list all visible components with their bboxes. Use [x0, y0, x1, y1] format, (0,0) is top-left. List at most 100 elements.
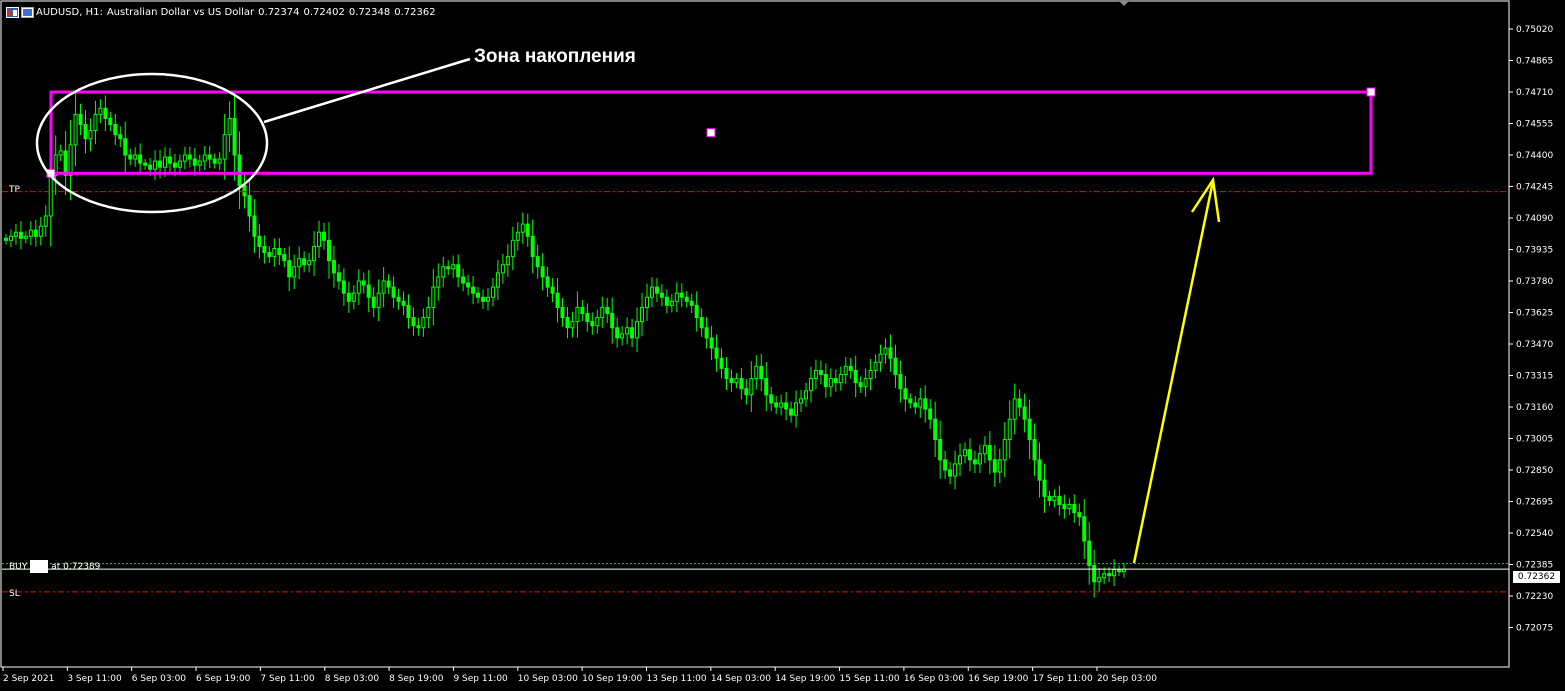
x-tick-label: 7 Sep 11:00 — [260, 674, 315, 684]
candle-body — [550, 286, 555, 294]
candle-body — [898, 373, 903, 390]
candle-body — [292, 266, 297, 278]
levels-layer — [2, 191, 1509, 593]
candle-body — [630, 327, 635, 339]
chart-window-icon-2 — [21, 6, 34, 18]
y-tick-label: 0.73470 — [1516, 340, 1553, 350]
y-tick-label: 0.74710 — [1516, 88, 1553, 98]
candle-body — [1022, 406, 1027, 420]
candle-body — [376, 292, 381, 308]
candle-body — [992, 459, 997, 473]
candle-body — [416, 325, 421, 329]
y-tick-label: 0.73625 — [1516, 309, 1553, 319]
y-tick-label: 0.72075 — [1516, 624, 1553, 634]
y-tick-label: 0.73780 — [1516, 277, 1553, 287]
candle-body — [43, 215, 48, 227]
candle-body — [664, 296, 669, 306]
candle-body — [838, 373, 843, 384]
candle-body — [1082, 516, 1087, 542]
candle-body — [689, 300, 694, 306]
candle-body — [600, 306, 605, 319]
buy-label: BUY — [9, 562, 28, 572]
target-arrow-shaft — [1132, 180, 1215, 564]
candle-body — [799, 398, 804, 404]
y-tick-label: 0.73160 — [1516, 403, 1553, 413]
annotation-shapes — [35, 57, 1221, 564]
candle-body — [530, 235, 535, 258]
y-tick-label: 0.72230 — [1516, 592, 1553, 602]
y-tick-label: 0.73315 — [1516, 372, 1553, 382]
candle-body — [779, 402, 784, 408]
candle-body — [510, 239, 515, 258]
candle-body — [103, 107, 108, 119]
candle-body — [888, 347, 893, 359]
header-close: 0.72362 — [394, 6, 436, 18]
accumulation-zone[interactable] — [46, 87, 1376, 178]
x-tick-label: 16 Sep 03:00 — [904, 674, 964, 684]
candle-body — [694, 304, 699, 319]
candle-body — [729, 378, 734, 384]
x-tick-label: 20 Sep 03:00 — [1097, 674, 1157, 684]
candle-body — [287, 260, 292, 278]
chart-window[interactable]: 0.75020 0.74865 0.74710 0.74555 0.74400 0.742… — [0, 0, 1565, 691]
candle-body — [247, 195, 252, 217]
candle-body — [958, 455, 963, 465]
chart-header: AUDUSD, H1: Australian Dollar vs US Doll… — [6, 4, 440, 20]
candle-body — [197, 160, 202, 166]
candle-body — [326, 239, 331, 262]
candle-body — [336, 272, 341, 282]
candle-body — [128, 154, 133, 160]
candle-body — [943, 459, 948, 471]
candle-body — [202, 154, 207, 162]
candle-body — [490, 286, 495, 298]
candle-body — [495, 272, 500, 288]
candle-body — [446, 266, 451, 270]
price-chart[interactable]: 0.75020 0.74865 0.74710 0.74555 0.74400 0.742… — [0, 0, 1565, 691]
candle-body — [58, 150, 63, 156]
chart-window-icon — [6, 6, 19, 18]
candle-body — [4, 237, 8, 241]
candle-body — [411, 317, 416, 327]
candle-body — [784, 402, 789, 410]
candle-body — [1042, 479, 1047, 497]
candle-body — [297, 258, 302, 268]
x-tick-label: 14 Sep 03:00 — [711, 674, 771, 684]
candle-body — [789, 408, 794, 416]
candle-body — [724, 367, 729, 380]
candle-body — [525, 223, 530, 237]
candle-body — [903, 388, 908, 400]
candle-body — [361, 280, 366, 286]
candle-body — [1012, 398, 1017, 420]
candle-body — [649, 286, 654, 298]
x-tick-label: 13 Sep 11:00 — [647, 674, 707, 684]
buy-volume-box[interactable] — [30, 560, 49, 573]
x-tick-label: 10 Sep 19:00 — [582, 674, 642, 684]
candle-body — [764, 378, 769, 396]
candle-body — [739, 378, 744, 390]
candle-body — [93, 113, 98, 132]
candle-body — [307, 260, 312, 266]
candle-body — [1092, 565, 1097, 583]
x-tick-label: 8 Sep 19:00 — [389, 674, 444, 684]
candle-body — [167, 156, 172, 164]
candle-body — [719, 357, 724, 369]
header-low: 0.72348 — [348, 6, 391, 18]
time-axis: 2 Sep 2021 3 Sep 11:00 6 Sep 03:00 6 Sep 19… — [2, 667, 1157, 684]
candle-body — [828, 378, 833, 388]
candle-body — [818, 369, 823, 375]
candle-body — [237, 154, 242, 186]
candle-body — [68, 144, 73, 176]
candle-body — [33, 229, 38, 237]
candle-body — [421, 317, 426, 329]
candle-body — [133, 154, 138, 160]
candle-body — [669, 300, 674, 306]
candle-body — [312, 245, 317, 262]
candle-body — [823, 373, 828, 388]
accumulation-zone-label: Зона накопления — [474, 46, 636, 67]
candle-body — [953, 463, 958, 477]
candle-body — [794, 402, 799, 416]
candle-body — [207, 154, 212, 160]
candle-body — [590, 321, 595, 327]
candle-body — [48, 174, 53, 217]
candle-body — [381, 280, 386, 294]
